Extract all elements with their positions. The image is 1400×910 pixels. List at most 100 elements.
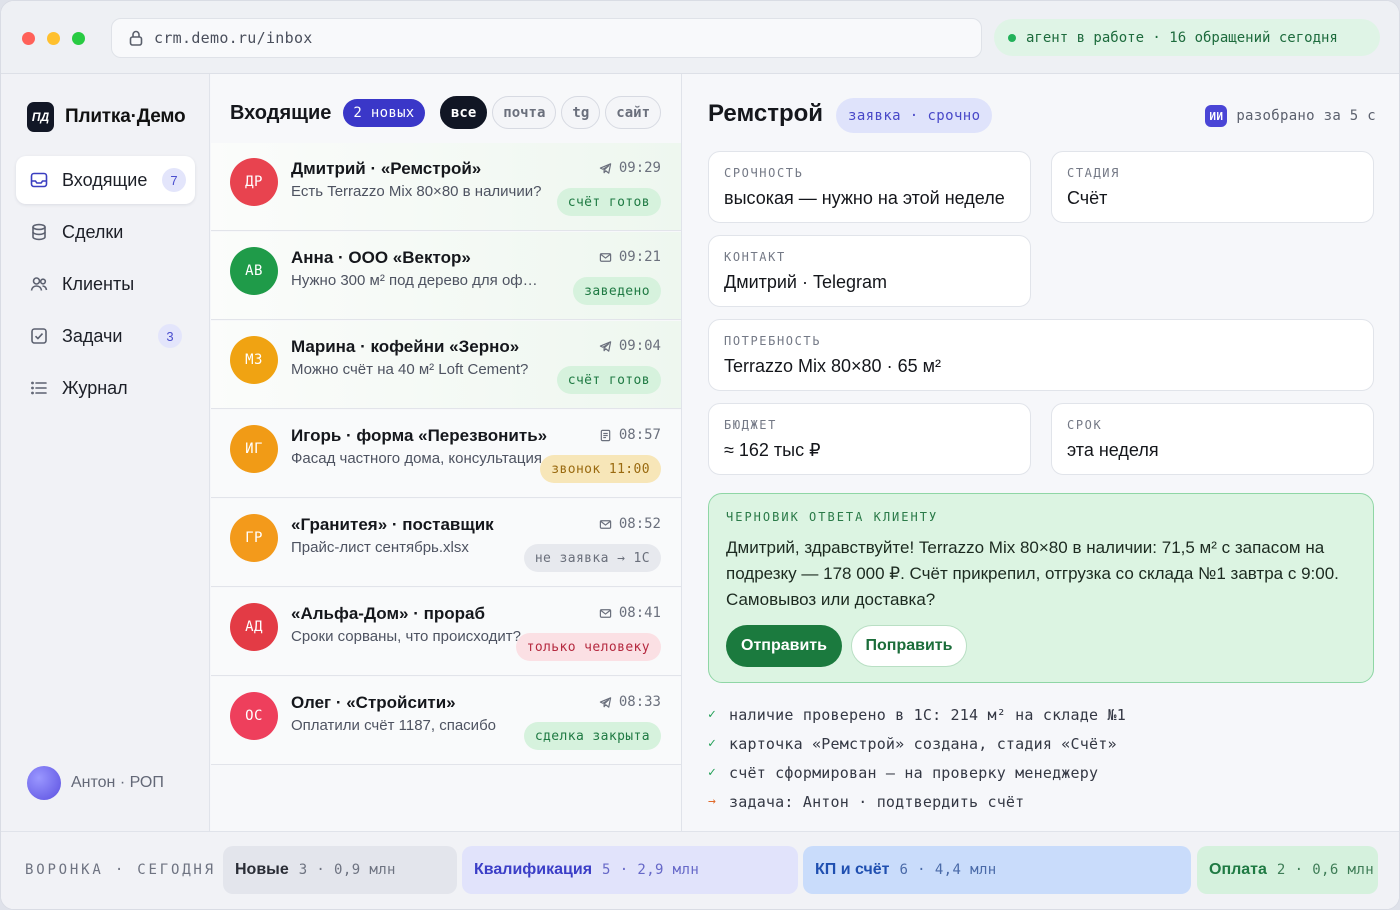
message-time: 09:29 [599, 160, 661, 176]
message-preview: Оплатили счёт 1187, спасибо [291, 717, 496, 734]
status-badge: звонок 11:00 [540, 455, 661, 483]
avatar: АД [230, 603, 278, 651]
ai-chip-icon: ИИ [1205, 105, 1228, 127]
sidebar-item-tasks[interactable]: Задачи 3 [16, 312, 195, 360]
inbox-count-badge: 7 [162, 168, 186, 192]
inbox-icon [30, 172, 48, 188]
time-text: 08:33 [618, 694, 661, 710]
filter-all[interactable]: все [439, 96, 488, 129]
sender-name: Дмитрий · «Ремстрой» [291, 159, 482, 178]
page-title: Входящие [230, 101, 332, 124]
lock-icon [129, 30, 143, 46]
agent-status-pill: агент в работе · 16 обращений сегодня [994, 19, 1380, 56]
address-bar[interactable]: crm.demo.ru/inbox [111, 18, 982, 58]
list-item[interactable]: АД «Альфа-Дом» · прораб Сроки сорваны, что… [211, 588, 681, 676]
funnel-stage[interactable]: Квалификация 5 · 2,9 млн [462, 846, 798, 894]
inbox-panel: Входящие 2 новых все почта tg сайт ДР Дми… [211, 74, 682, 831]
message-preview: Можно счёт на 40 м² Loft Cement? [291, 361, 529, 378]
avatar: ДР [230, 158, 278, 206]
list-item[interactable]: МЗ Марина · кофейни «Зерно» Можно счёт на … [211, 321, 681, 409]
database-icon [32, 223, 46, 241]
list-item[interactable]: ДР Дмитрий · «Ремстрой» Есть Terrazzo Mix … [211, 143, 681, 231]
time-text: 08:57 [618, 427, 661, 443]
list-item[interactable]: ИГ Игорь · форма «Перезвонить» Фасад частн… [211, 410, 681, 498]
message-time: 08:57 [599, 427, 661, 443]
time-text: 09:21 [618, 249, 661, 265]
field-value: Счёт [1067, 188, 1108, 208]
stage-name: КП и счёт [815, 861, 890, 878]
stage-name: Квалификация [474, 861, 593, 878]
mail-icon [599, 518, 612, 531]
avatar: АВ [230, 247, 278, 295]
window-minimize-button[interactable] [47, 32, 60, 45]
field-deadline[interactable]: СРОК эта неделя [1051, 403, 1374, 475]
field-value: высокая — нужно на этой неделе [724, 188, 1005, 208]
brand-logo: ПД [27, 102, 54, 132]
status-badge: счёт готов [556, 366, 661, 394]
telegram-icon [599, 696, 612, 709]
telegram-icon [599, 162, 612, 175]
status-badge: не заявка → 1С [523, 544, 661, 572]
sidebar-item-journal[interactable]: Журнал [16, 364, 195, 412]
edit-button[interactable]: Поправить [851, 625, 967, 667]
form-icon [599, 429, 612, 442]
log-text: задача: Антон · подтвердить счёт [729, 792, 1025, 811]
stage-value: 5 · 2,9 млн [602, 862, 700, 878]
log-text: наличие проверено в 1С: 214 м² на складе… [729, 705, 1126, 724]
field-budget[interactable]: БЮДЖЕТ ≈ 162 тыс ₽ [708, 403, 1031, 475]
field-value: ≈ 162 тыс ₽ [724, 440, 821, 460]
status-badge: только человеку [515, 633, 661, 661]
funnel-stage[interactable]: КП и счёт 6 · 4,4 млн [803, 846, 1191, 894]
draft-text[interactable]: Дмитрий, здравствуйте! Terrazzo Mix 80×8… [726, 535, 1366, 613]
sender-name: «Гранитея» · поставщик [291, 515, 494, 534]
window-maximize-button[interactable] [72, 32, 85, 45]
window-close-button[interactable] [22, 32, 35, 45]
field-urgency[interactable]: СРОЧНОСТЬ высокая — нужно на этой неделе [708, 151, 1031, 223]
sender-name: «Альфа-Дом» · прораб [291, 604, 485, 623]
status-badge: сделка закрыта [523, 722, 661, 750]
list-item[interactable]: АВ Анна · ООО «Вектор» Нужно 300 м² под де… [211, 232, 681, 320]
users-icon [30, 277, 48, 291]
check-icon: ✓ [708, 736, 717, 751]
sidebar-item-label: Входящие [62, 169, 148, 190]
field-label: СРОЧНОСТЬ [724, 166, 804, 180]
sidebar-item-inbox[interactable]: Входящие 7 [16, 156, 195, 204]
field-stage[interactable]: СТАДИЯ Счёт [1051, 151, 1374, 223]
field-need[interactable]: ПОТРЕБНОСТЬ Terrazzo Mix 80×80 · 65 м² [708, 319, 1374, 391]
message-preview: Сроки сорваны, что происходит? [291, 628, 521, 645]
message-preview: Фасад частного дома, консультация [291, 450, 542, 467]
log-entry: → задача: Антон · подтвердить счёт [708, 787, 1126, 816]
list-item[interactable]: ОС Олег · «Стройсити» Оплатили счёт 1187, … [211, 677, 681, 765]
filter-telegram[interactable]: tg [561, 96, 601, 129]
funnel-bar: ВОРОНКА · СЕГОДНЯ Новые 3 · 0,9 млн Квалиф… [1, 831, 1399, 909]
sidebar-item-label: Сделки [62, 221, 124, 242]
stage-name: Новые [235, 861, 289, 878]
stage-value: 6 · 4,4 млн [899, 862, 997, 878]
message-time: 08:52 [599, 516, 661, 532]
sender-name: Игорь · форма «Перезвонить» [291, 426, 548, 445]
brand[interactable]: ПД Плитка·Демо [27, 102, 186, 132]
filter-site[interactable]: сайт [605, 96, 661, 129]
channel-filters: все почта tg сайт [439, 96, 661, 129]
field-value: Дмитрий · Telegram [724, 272, 888, 292]
sidebar-item-deals[interactable]: Сделки [16, 208, 195, 256]
field-contact[interactable]: КОНТАКТ Дмитрий · Telegram [708, 235, 1031, 307]
lead-type-pill: заявка · срочно [836, 98, 993, 133]
sidebar-item-label: Журнал [62, 377, 128, 398]
lead-title: Ремстрой [708, 100, 824, 127]
stage-name: Оплата [1209, 861, 1267, 878]
avatar [27, 766, 61, 800]
url-text: crm.demo.ru/inbox [154, 29, 313, 47]
sidebar-item-clients[interactable]: Клиенты [16, 260, 195, 308]
filter-mail[interactable]: почта [492, 96, 557, 129]
time-text: 09:04 [618, 338, 661, 354]
funnel-stage[interactable]: Новые 3 · 0,9 млн [223, 846, 457, 894]
funnel-stage[interactable]: Оплата 2 · 0,6 млн [1197, 846, 1378, 894]
current-user[interactable]: Антон · РОП [27, 766, 164, 800]
field-label: СРОК [1067, 418, 1103, 432]
send-button[interactable]: Отправить [726, 625, 842, 667]
telegram-icon [599, 340, 612, 353]
user-name: Антон · РОП [71, 774, 164, 791]
list-item[interactable]: ГР «Гранитея» · поставщик Прайс-лист сентя… [211, 499, 681, 587]
field-label: ПОТРЕБНОСТЬ [724, 334, 822, 348]
